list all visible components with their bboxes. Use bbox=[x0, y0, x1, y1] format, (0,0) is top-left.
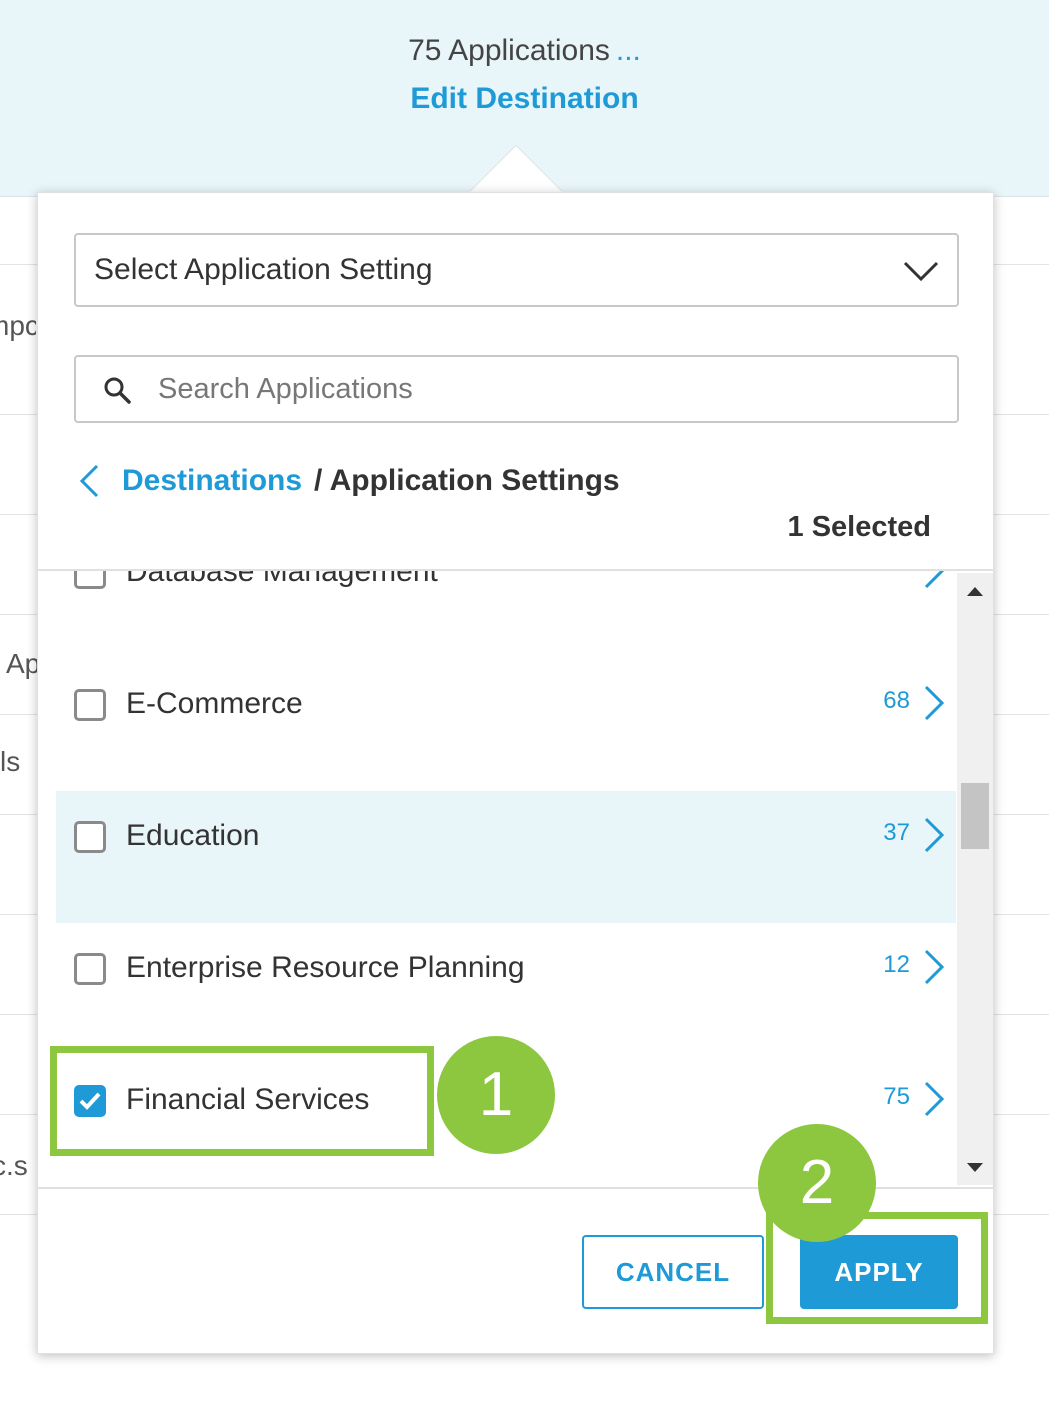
edit-destination-link[interactable]: Edit Destination bbox=[0, 82, 1049, 116]
breadcrumb-destinations-link[interactable]: Destinations bbox=[122, 464, 302, 498]
select-label: Select Application Setting bbox=[94, 253, 433, 286]
step-2-badge: 2 bbox=[758, 1124, 876, 1242]
chevron-right-icon[interactable] bbox=[922, 817, 946, 853]
scrollbar-thumb[interactable] bbox=[961, 783, 989, 849]
applications-count: 75 Applications... bbox=[408, 34, 641, 67]
chevron-down-icon bbox=[903, 261, 939, 282]
checkbox[interactable] bbox=[74, 571, 106, 589]
ellipsis[interactable]: ... bbox=[616, 34, 641, 67]
item-count: 12 bbox=[883, 951, 910, 978]
breadcrumb-current: / Application Settings bbox=[314, 464, 620, 497]
item-count: 37 bbox=[883, 819, 910, 846]
chevron-right-icon[interactable] bbox=[922, 685, 946, 721]
item-count: 68 bbox=[883, 687, 910, 714]
checkbox[interactable] bbox=[74, 953, 106, 985]
chevron-right-icon[interactable] bbox=[922, 1081, 946, 1117]
popover-caret bbox=[470, 146, 562, 192]
highlight-box-financial-services bbox=[50, 1046, 434, 1156]
list-item-enterprise-resource-planning[interactable]: Enterprise Resource Planning 12 bbox=[56, 923, 956, 1055]
chevron-left-icon[interactable] bbox=[78, 464, 100, 498]
chevron-right-icon[interactable] bbox=[922, 949, 946, 985]
list-item-e-commerce[interactable]: E-Commerce 68 bbox=[56, 659, 956, 791]
checkbox[interactable] bbox=[74, 821, 106, 853]
selected-count: 1 Selected bbox=[787, 511, 931, 543]
chevron-right-icon[interactable] bbox=[922, 571, 946, 589]
search-icon bbox=[104, 377, 131, 404]
item-label: Education bbox=[126, 819, 260, 852]
bg-text-fragment: Ap bbox=[6, 648, 38, 679]
scroll-up-arrow-icon[interactable] bbox=[967, 587, 983, 596]
bg-text-fragment: ls bbox=[0, 746, 21, 777]
scrollbar[interactable] bbox=[957, 573, 993, 1185]
item-label: Database Management bbox=[126, 571, 438, 588]
item-label: Enterprise Resource Planning bbox=[126, 951, 525, 984]
list-item-education[interactable]: Education 37 bbox=[56, 791, 956, 923]
search-input[interactable] bbox=[158, 367, 938, 411]
item-count: 75 bbox=[883, 1083, 910, 1110]
search-applications-box bbox=[74, 355, 959, 423]
item-label: E-Commerce bbox=[126, 687, 303, 720]
bg-text-fragment: mpc bbox=[0, 310, 36, 341]
bg-text-fragment: c.s bbox=[0, 1150, 28, 1181]
cancel-button[interactable]: CANCEL bbox=[582, 1235, 764, 1309]
checkbox[interactable] bbox=[74, 689, 106, 721]
scroll-down-arrow-icon[interactable] bbox=[967, 1163, 983, 1172]
list-item-database-management[interactable]: Database Management bbox=[56, 571, 956, 659]
step-1-badge: 1 bbox=[437, 1036, 555, 1154]
application-setting-select[interactable]: Select Application Setting bbox=[74, 233, 959, 307]
breadcrumb: Destinations / Application Settings bbox=[78, 461, 620, 501]
